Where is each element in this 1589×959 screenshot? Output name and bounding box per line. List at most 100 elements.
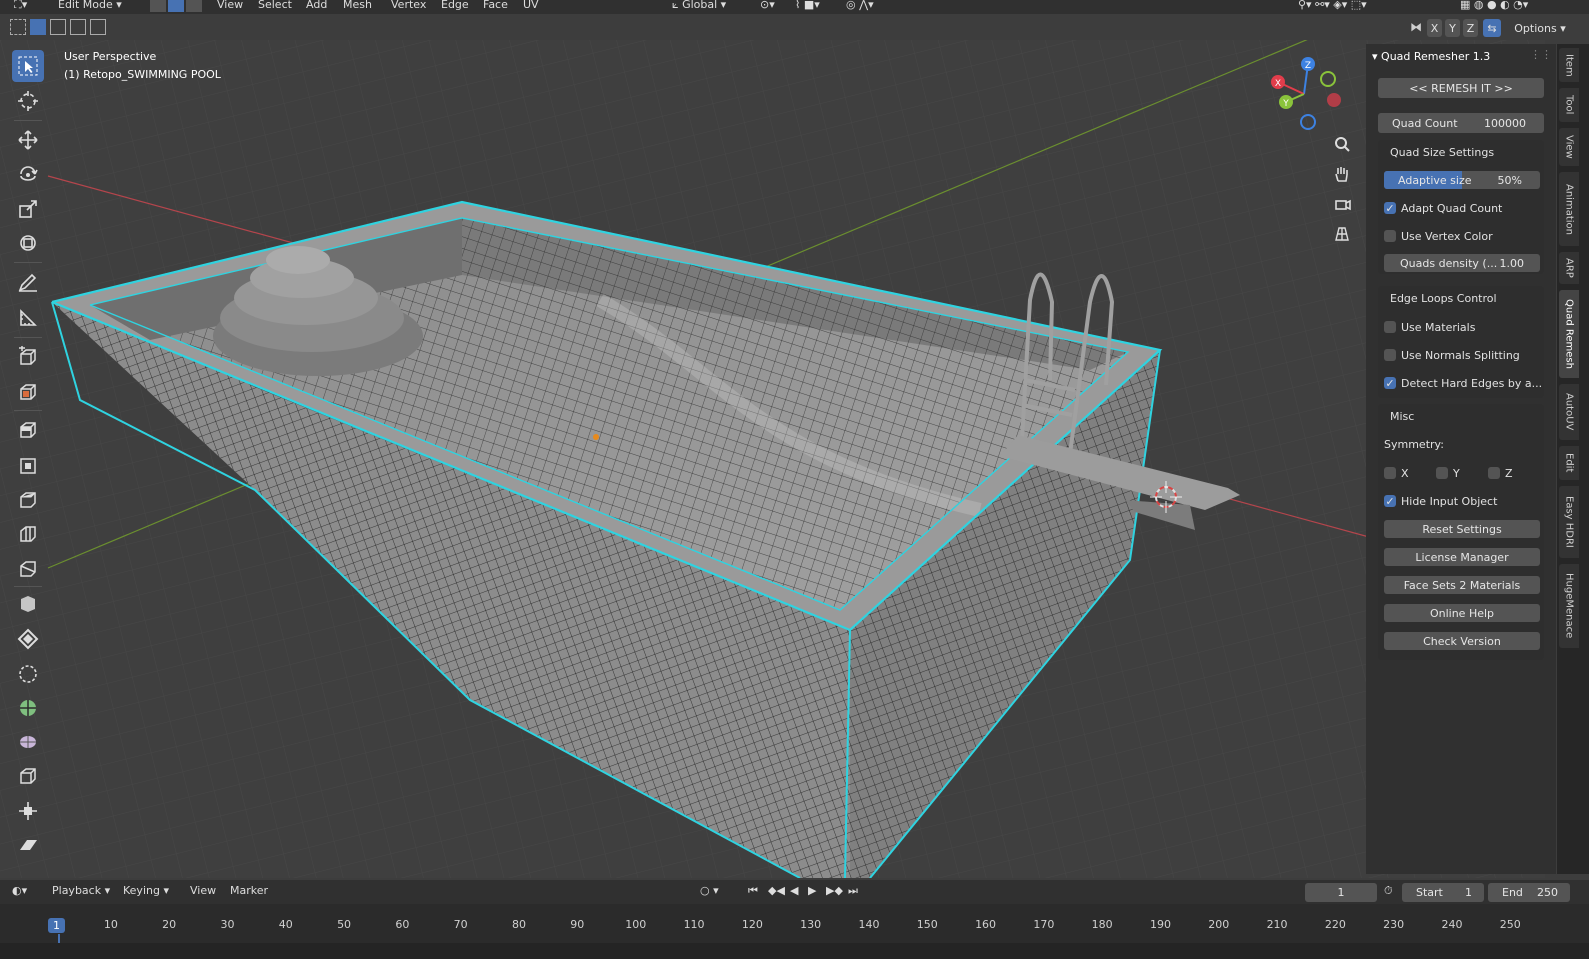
face-sets-materials-button[interactable]: Face Sets 2 Materials: [1384, 576, 1540, 594]
tab-view[interactable]: View: [1559, 128, 1579, 166]
panel-drag-handle[interactable]: ⋮⋮: [1530, 48, 1552, 61]
select-box-tool-icon[interactable]: [12, 50, 44, 82]
transform-tool-icon[interactable]: [12, 227, 44, 259]
tab-animation[interactable]: Animation: [1559, 172, 1579, 246]
cursor-tool-icon[interactable]: [12, 85, 44, 117]
hand-pan-icon[interactable]: [1330, 162, 1354, 186]
menu-view[interactable]: View: [217, 0, 243, 11]
shading-mode-icons[interactable]: ▦ ◍ ● ◐ ◔▾: [1460, 0, 1528, 11]
menu-face[interactable]: Face: [483, 0, 508, 11]
bevel-tool-icon[interactable]: [12, 450, 44, 482]
rip-region-tool-icon[interactable]: [12, 760, 44, 792]
mirror-z-button[interactable]: Z: [1463, 19, 1478, 37]
to-sphere-tool-icon[interactable]: [12, 725, 44, 757]
shear-tool-icon[interactable]: [12, 692, 44, 724]
tab-autouv[interactable]: AutoUV: [1559, 384, 1579, 440]
tab-tool[interactable]: Tool: [1559, 88, 1579, 122]
3d-viewport[interactable]: User Perspective (1) Retopo_SWIMMING POO…: [0, 40, 1545, 878]
inset-faces-tool-icon[interactable]: [12, 414, 44, 446]
start-frame-field[interactable]: Start 1: [1402, 883, 1484, 902]
annotate-tool-icon[interactable]: [12, 266, 44, 298]
proportional-edit-icon[interactable]: ◎ ⋀▾: [846, 0, 874, 11]
symmetry-x-checkbox[interactable]: X: [1384, 465, 1409, 481]
viewport-overlay-icons[interactable]: ⚲▾ ⚯▾ ◈▾ ⬚▾: [1298, 0, 1367, 11]
knife-tool-icon[interactable]: [12, 518, 44, 550]
current-frame-field[interactable]: 1: [1305, 883, 1377, 902]
spin-tool-icon[interactable]: [12, 588, 44, 620]
move-tool-icon[interactable]: [12, 124, 44, 156]
orientation-dropdown[interactable]: ⟀ Global ▾: [672, 0, 726, 12]
play-icon[interactable]: ▶: [808, 884, 816, 897]
quads-density-field[interactable]: Quads density (... 1.00: [1384, 254, 1540, 272]
jump-start-icon[interactable]: ⏮: [748, 884, 758, 898]
timeline-view-menu[interactable]: View: [190, 884, 216, 897]
rotate-tool-icon[interactable]: [12, 158, 44, 190]
detect-hard-edges-checkbox[interactable]: ✓ Detect Hard Edges by a...: [1384, 375, 1542, 391]
panel-title[interactable]: ▾ Quad Remesher 1.3: [1372, 50, 1490, 63]
transform-pivot-tool-icon[interactable]: [12, 795, 44, 827]
select-mode-buttons[interactable]: [150, 0, 202, 12]
pivot-icon[interactable]: ⊙▾: [760, 0, 775, 11]
adapt-quad-count-checkbox[interactable]: ✓ Adapt Quad Count: [1384, 200, 1502, 216]
extrude-region-tool-icon[interactable]: [12, 376, 44, 408]
smooth-tool-icon[interactable]: [12, 623, 44, 655]
ortho-grid-icon[interactable]: [1330, 222, 1354, 246]
mode-dropdown[interactable]: Edit Mode ▾: [58, 0, 122, 11]
play-reverse-icon[interactable]: ◀: [790, 884, 798, 897]
options-dropdown[interactable]: Options ▾: [1508, 19, 1572, 37]
stopwatch-icon[interactable]: ⏱: [1384, 884, 1393, 898]
hide-input-object-checkbox[interactable]: ✓ Hide Input Object: [1384, 493, 1497, 509]
remesh-button[interactable]: << REMESH IT >>: [1378, 78, 1544, 98]
menu-uv[interactable]: UV: [523, 0, 539, 11]
symmetry-y-checkbox[interactable]: Y: [1436, 465, 1460, 481]
marker-menu[interactable]: Marker: [230, 884, 268, 897]
tab-item[interactable]: Item: [1559, 48, 1579, 82]
jump-keyframe-back-icon[interactable]: ◆◀: [768, 884, 785, 897]
online-help-button[interactable]: Online Help: [1384, 604, 1540, 622]
edge-slide-tool-icon[interactable]: [12, 829, 44, 861]
license-manager-button[interactable]: License Manager: [1384, 548, 1540, 566]
scale-tool-icon[interactable]: [12, 193, 44, 225]
mirror-x-button[interactable]: X: [1427, 19, 1442, 37]
menu-select[interactable]: Select: [258, 0, 292, 11]
jump-keyframe-forward-icon[interactable]: ▶◆: [826, 884, 843, 897]
end-frame-field[interactable]: End 250: [1488, 883, 1570, 902]
menu-edge[interactable]: Edge: [441, 0, 469, 11]
editor-type-icon[interactable]: ⛶▾: [14, 0, 27, 12]
menu-mesh[interactable]: Mesh: [343, 0, 372, 11]
loop-cut-tool-icon[interactable]: [12, 484, 44, 516]
menu-vertex[interactable]: Vertex: [391, 0, 426, 11]
snap-icon[interactable]: ⌇ ■▾: [795, 0, 820, 11]
quad-count-field[interactable]: Quad Count 100000: [1378, 113, 1544, 133]
adaptive-size-slider[interactable]: Adaptive size 50%: [1384, 171, 1540, 189]
timeline-editor-type-icon[interactable]: ◐▾: [12, 884, 27, 897]
tab-arp[interactable]: ARP: [1559, 252, 1579, 284]
select-box-modes[interactable]: [10, 19, 106, 35]
shrink-fatten-tool-icon[interactable]: [12, 658, 44, 690]
auto-keying-icon[interactable]: ○ ▾: [700, 884, 719, 897]
auto-merge-icon[interactable]: ⇆: [1483, 19, 1501, 37]
reset-settings-button[interactable]: Reset Settings: [1384, 520, 1540, 538]
symmetry-z-checkbox[interactable]: Z: [1488, 465, 1513, 481]
tab-easy-hdri[interactable]: Easy HDRI: [1559, 486, 1579, 558]
playhead-frame[interactable]: 1: [48, 918, 65, 933]
check-version-button[interactable]: Check Version: [1384, 632, 1540, 650]
mirror-y-button[interactable]: Y: [1445, 19, 1460, 37]
poly-build-tool-icon[interactable]: [12, 553, 44, 585]
playback-menu[interactable]: Playback ▾: [52, 884, 110, 897]
tab-edit[interactable]: Edit: [1559, 446, 1579, 480]
navigation-gizmo[interactable]: Z X Y: [1268, 54, 1348, 134]
measure-tool-icon[interactable]: [12, 302, 44, 334]
jump-end-icon[interactable]: ⏭: [848, 884, 858, 898]
keying-menu[interactable]: Keying ▾: [123, 884, 169, 897]
add-cube-tool-icon[interactable]: [12, 341, 44, 373]
tab-quad-remesh[interactable]: Quad Remesh: [1559, 290, 1579, 378]
use-vertex-color-checkbox[interactable]: Use Vertex Color: [1384, 228, 1493, 244]
tab-hugemenace[interactable]: HugeMenace: [1559, 564, 1579, 648]
use-materials-checkbox[interactable]: Use Materials: [1384, 319, 1475, 335]
timeline-track[interactable]: [0, 943, 1589, 959]
zoom-icon[interactable]: [1330, 132, 1354, 156]
menu-add[interactable]: Add: [306, 0, 327, 11]
use-normals-splitting-checkbox[interactable]: Use Normals Splitting: [1384, 347, 1520, 363]
camera-view-icon[interactable]: [1330, 192, 1354, 216]
